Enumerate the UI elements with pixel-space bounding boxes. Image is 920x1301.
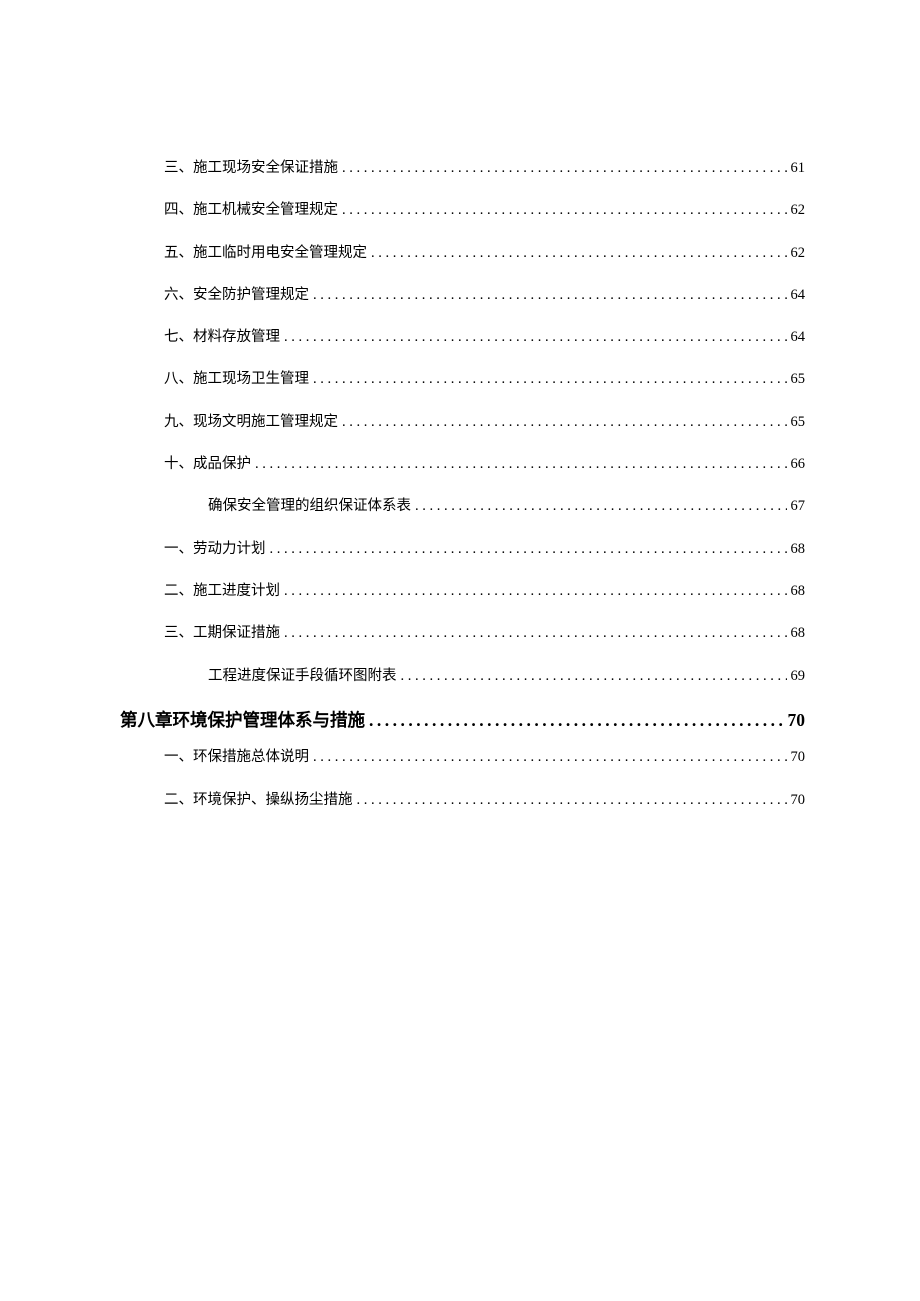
toc-leader — [357, 790, 787, 810]
toc-page: 70 — [789, 747, 806, 767]
toc-entry: 一、环保措施总体说明 70 — [120, 747, 805, 767]
toc-entry: 二、施工进度计划 68 — [120, 581, 805, 601]
toc-entry: 六、安全防护管理规定 64 — [120, 285, 805, 305]
toc-entry: 确保安全管理的组织保证体系表 67 — [120, 496, 805, 516]
toc-leader — [313, 369, 787, 389]
toc-entry: 三、工期保证措施 68 — [120, 623, 805, 643]
toc-page: 70 — [786, 708, 806, 733]
toc-entry: 七、材料存放管理 64 — [120, 327, 805, 347]
toc-entry: 十、成品保护 66 — [120, 454, 805, 474]
toc-label: 三、工期保证措施 — [164, 623, 280, 643]
toc-label: 四、施工机械安全管理规定 — [164, 200, 338, 220]
toc-entry: 九、现场文明施工管理规定 65 — [120, 412, 805, 432]
toc-leader — [313, 747, 787, 767]
toc-leader — [342, 200, 787, 220]
toc-leader — [342, 158, 787, 178]
toc-page: 70 — [789, 790, 806, 810]
toc-page: 61 — [789, 158, 806, 178]
toc-entry: 五、施工临时用电安全管理规定 62 — [120, 243, 805, 263]
toc-page: 64 — [789, 327, 806, 347]
toc-label: 九、现场文明施工管理规定 — [164, 412, 338, 432]
toc-label: 一、劳动力计划 — [164, 539, 266, 559]
toc-label: 确保安全管理的组织保证体系表 — [208, 496, 411, 516]
toc-leader — [284, 327, 787, 347]
toc-leader — [342, 412, 787, 432]
toc-leader — [415, 496, 787, 516]
toc-page: 67 — [789, 496, 806, 516]
toc-leader — [255, 454, 787, 474]
toc-entry: 工程进度保证手段循环图附表 69 — [120, 666, 805, 686]
toc-entry: 三、施工现场安全保证措施 61 — [120, 158, 805, 178]
toc-label: 六、安全防护管理规定 — [164, 285, 309, 305]
toc-page: 65 — [789, 412, 806, 432]
toc-label: 一、环保措施总体说明 — [164, 747, 309, 767]
toc-page: 69 — [789, 666, 806, 686]
toc-page: 64 — [789, 285, 806, 305]
toc-entry: 四、施工机械安全管理规定 62 — [120, 200, 805, 220]
toc-label: 五、施工临时用电安全管理规定 — [164, 243, 367, 263]
toc-entry: 二、环境保护、操纵扬尘措施 70 — [120, 790, 805, 810]
toc-label: 三、施工现场安全保证措施 — [164, 158, 338, 178]
toc-leader — [401, 666, 787, 686]
toc-entry: 一、劳动力计划 68 — [120, 539, 805, 559]
toc-label: 工程进度保证手段循环图附表 — [208, 666, 397, 686]
toc-page: 68 — [789, 539, 806, 559]
table-of-contents: 三、施工现场安全保证措施 61 四、施工机械安全管理规定 62 五、施工临时用电… — [120, 158, 805, 810]
toc-label: 二、环境保护、操纵扬尘措施 — [164, 790, 353, 810]
toc-page: 66 — [789, 454, 806, 474]
toc-label: 七、材料存放管理 — [164, 327, 280, 347]
toc-leader — [284, 581, 787, 601]
toc-leader — [284, 623, 787, 643]
toc-entry: 八、施工现场卫生管理 65 — [120, 369, 805, 389]
toc-label: 八、施工现场卫生管理 — [164, 369, 309, 389]
toc-label: 第八章环境保护管理体系与措施 — [120, 708, 365, 733]
toc-page: 65 — [789, 369, 806, 389]
toc-leader — [371, 243, 787, 263]
toc-leader — [369, 708, 784, 733]
toc-label: 二、施工进度计划 — [164, 581, 280, 601]
toc-leader — [270, 539, 787, 559]
toc-chapter-entry: 第八章环境保护管理体系与措施 70 — [120, 708, 805, 733]
toc-page: 68 — [789, 623, 806, 643]
toc-page: 68 — [789, 581, 806, 601]
toc-label: 十、成品保护 — [164, 454, 251, 474]
toc-page: 62 — [789, 200, 806, 220]
toc-page: 62 — [789, 243, 806, 263]
toc-leader — [313, 285, 787, 305]
